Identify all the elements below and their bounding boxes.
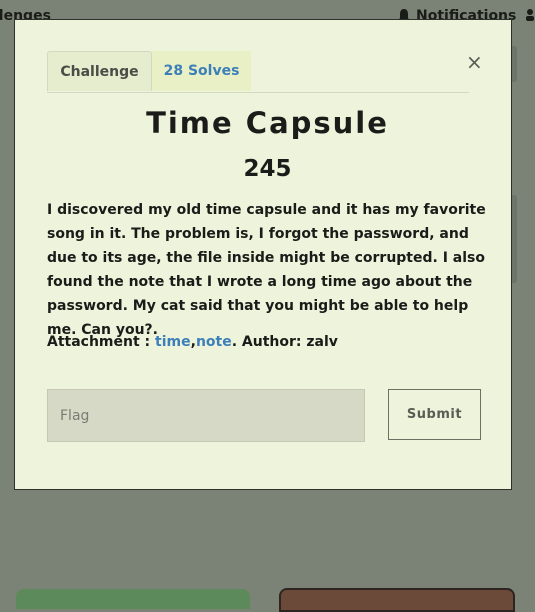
challenge-description: I discovered my old time capsule and it … — [47, 202, 486, 338]
users-icon[interactable] — [526, 8, 535, 26]
tab-solves[interactable]: 28 Solves — [152, 51, 251, 91]
tab-challenge[interactable]: Challenge — [47, 51, 152, 91]
challenge-points: 245 — [243, 156, 292, 182]
attachment-link-note[interactable]: note — [196, 334, 232, 350]
submit-button[interactable]: Submit — [388, 389, 481, 440]
attachment-label: Attachment : — [47, 334, 156, 350]
background-challenge-card — [16, 589, 250, 609]
author-text: . Author: zalv — [231, 334, 338, 350]
attachment-line: Attachment : time,note. Author: zalv — [47, 334, 487, 350]
modal-tabs: Challenge 28 Solves — [47, 51, 469, 93]
background-challenge-card — [279, 588, 515, 612]
flag-input[interactable] — [47, 389, 365, 442]
attachment-link-time[interactable]: time — [155, 334, 191, 350]
challenge-title: Time Capsule — [146, 106, 389, 140]
